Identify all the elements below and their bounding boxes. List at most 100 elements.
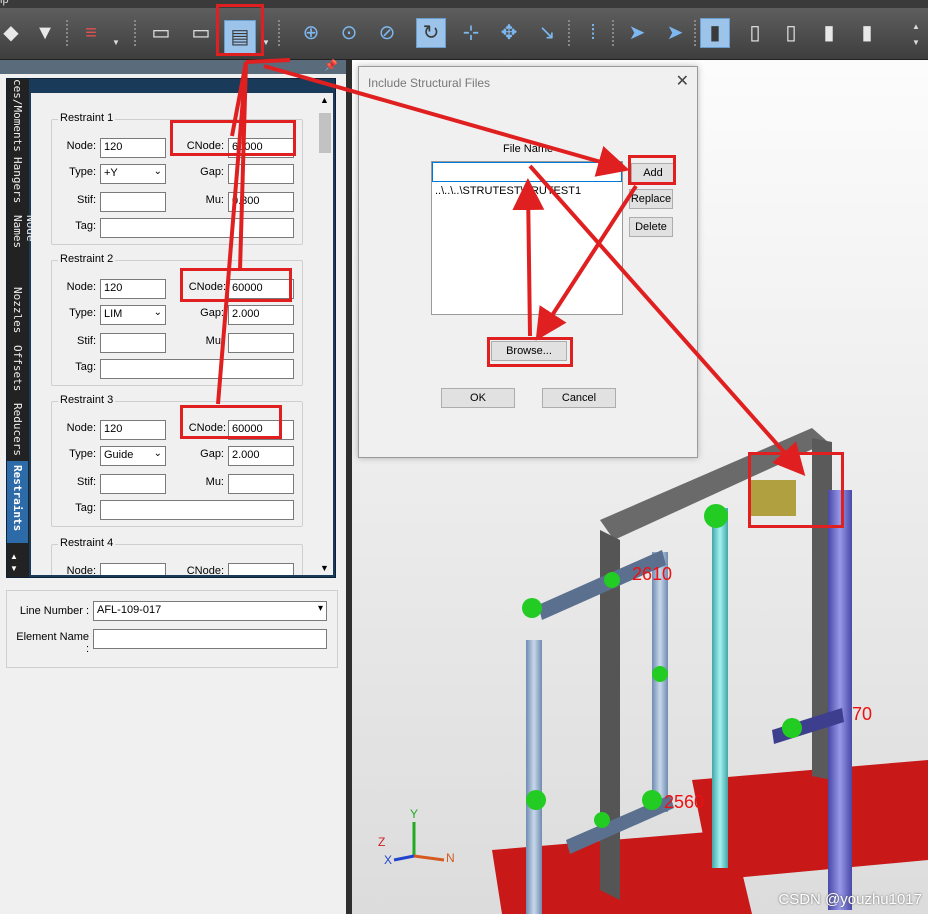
toolbar-separator — [278, 20, 280, 48]
toolbar-separator — [568, 20, 570, 48]
tag-field[interactable] — [100, 359, 294, 379]
bucket-icon[interactable]: ▼ — [30, 18, 60, 48]
line-number-value: AFL-109-017 — [97, 604, 162, 616]
gap-label: Gap: — [200, 307, 224, 319]
volume-centerline-icon[interactable]: ▮ — [814, 18, 844, 48]
dropdown-arrow-icon[interactable]: ▼ — [112, 38, 120, 47]
node-label: Node: — [66, 565, 96, 575]
volume-outline-icon[interactable]: ▯ — [740, 18, 770, 48]
toolbar: ◆ ▼ ≡ ▼ ▭ ▭ ▤ ▼ ⊕ ⊙ ⊘ ↻ ⊹ ✥ ↘ ⁞ ➤ ➤ ▮ ▯ … — [0, 8, 928, 60]
restraint-title: Restraint 1 — [58, 112, 116, 124]
line-number-label: Line Number : — [19, 605, 89, 617]
node-field[interactable] — [100, 563, 166, 575]
axis-y-label: Y — [410, 807, 418, 821]
node-label: Node: — [66, 281, 96, 293]
mu-field[interactable]: 0.300 — [228, 192, 294, 212]
ok-button[interactable]: OK — [441, 388, 515, 408]
type-select[interactable]: Guide ⌄ — [100, 446, 166, 466]
zoom-icon[interactable]: ⊘ — [372, 18, 402, 48]
replace-button[interactable]: Replace — [629, 189, 673, 209]
node-field[interactable]: 120 — [100, 420, 166, 440]
mu-label: Mu: — [205, 476, 224, 488]
open-node-icon[interactable]: ▭ — [146, 18, 176, 48]
dialog-title: Include Structural Files — [368, 76, 491, 90]
volume-wire-icon[interactable]: ▯ — [776, 18, 806, 48]
file-name-input[interactable] — [432, 162, 622, 182]
tab-restraints[interactable]: Restraints — [7, 461, 28, 543]
form-scrollbar[interactable]: ▲ ▼ — [317, 93, 333, 575]
file-list[interactable]: ..\..\..\STRUTEST\SRUTEST1 — [431, 161, 623, 315]
axis-n-label: N — [446, 851, 455, 865]
tag-label: Tag: — [75, 361, 96, 373]
move-icon[interactable]: ↘ — [532, 18, 562, 48]
wire-icon[interactable]: ≡ — [76, 18, 106, 48]
tab-nozzles[interactable]: Nozzles — [7, 283, 28, 341]
scroll-up-icon[interactable]: ▲ — [320, 95, 329, 105]
line-number-select[interactable]: AFL-109-017 ▾ — [93, 601, 327, 621]
node-label-2610: 2610 — [632, 564, 672, 584]
stif-field[interactable] — [100, 333, 166, 353]
pin-icon[interactable]: 📌 — [324, 59, 338, 72]
file-list-item[interactable]: ..\..\..\STRUTEST\SRUTEST1 — [435, 185, 581, 197]
rotate-axis-icon[interactable]: ⊹ — [456, 18, 486, 48]
tag-field[interactable] — [100, 500, 294, 520]
toolbar-separator — [694, 20, 696, 48]
toolbar-overflow-down-icon[interactable]: ▼ — [912, 38, 920, 47]
tab-offsets[interactable]: Offsets — [7, 341, 28, 399]
highlight-box — [180, 268, 292, 302]
gap-field[interactable]: 2.000 — [228, 446, 294, 466]
mu-field[interactable] — [228, 333, 294, 353]
select-arrow-icon[interactable]: ➤ — [622, 18, 652, 48]
type-select[interactable]: LIM ⌄ — [100, 305, 166, 325]
tab-scroll-arrows[interactable]: ▲ ▼ — [10, 551, 18, 575]
node-field[interactable]: 120 — [100, 279, 166, 299]
pipe — [828, 490, 852, 910]
node-label: Node: — [66, 140, 96, 152]
open-element-icon[interactable]: ▭ — [186, 18, 216, 48]
select-group-icon[interactable]: ➤ — [660, 18, 690, 48]
pan-icon[interactable]: ✥ — [494, 18, 524, 48]
element-name-field[interactable] — [93, 629, 327, 649]
restraint — [526, 790, 546, 810]
line-element-group: Line Number : AFL-109-017 ▾ Element Name … — [6, 590, 338, 668]
shape-icon[interactable]: ◆ — [0, 18, 26, 48]
tag-label: Tag: — [75, 220, 96, 232]
tab-hangers[interactable]: Hangers — [7, 153, 28, 211]
tag-field[interactable] — [100, 218, 294, 238]
node-field[interactable]: 120 — [100, 138, 166, 158]
cnode-field[interactable] — [228, 563, 294, 575]
orbit-icon[interactable]: ↻ — [416, 18, 446, 48]
stif-label: Stif: — [77, 335, 96, 347]
tab-forces-moments[interactable]: ces/Moments — [7, 79, 28, 153]
input-panel: 📌 ces/Moments Hangers Node Names Nozzles… — [0, 60, 346, 914]
toolbar-overflow-icon[interactable]: ▲ — [912, 22, 920, 31]
node-label-70: 70 — [852, 704, 872, 724]
restraint — [782, 718, 802, 738]
gap-field[interactable] — [228, 164, 294, 184]
chevron-down-icon: ⌄ — [153, 166, 162, 177]
file-name-header: File Name — [503, 143, 554, 155]
gap-field[interactable]: 2.000 — [228, 305, 294, 325]
stif-field[interactable] — [100, 474, 166, 494]
stif-field[interactable] — [100, 192, 166, 212]
restraint — [642, 790, 662, 810]
restraint-title: Restraint 3 — [58, 394, 116, 406]
walk-icon[interactable]: ⁞ — [578, 18, 608, 48]
tab-reducers[interactable]: Reducers — [7, 399, 28, 461]
zoom-window-icon[interactable]: ⊕ — [296, 18, 326, 48]
zoom-extents-icon[interactable]: ⊙ — [334, 18, 364, 48]
close-icon[interactable]: ✕ — [676, 71, 689, 91]
volume-hidden-icon[interactable]: ▮ — [852, 18, 882, 48]
scroll-thumb[interactable] — [319, 113, 331, 153]
vertical-tabs: ces/Moments Hangers Node Names Nozzles O… — [7, 79, 37, 577]
volume-solid-icon[interactable]: ▮ — [700, 18, 730, 48]
menu-bar: lp — [0, 0, 928, 8]
menu-item-help[interactable]: lp — [0, 0, 9, 6]
node-label: Node: — [66, 422, 96, 434]
mu-field[interactable] — [228, 474, 294, 494]
cancel-button[interactable]: Cancel — [542, 388, 616, 408]
delete-button[interactable]: Delete — [629, 217, 673, 237]
highlight-box — [170, 120, 296, 156]
scroll-down-icon[interactable]: ▼ — [320, 563, 329, 573]
type-select[interactable]: +Y ⌄ — [100, 164, 166, 184]
